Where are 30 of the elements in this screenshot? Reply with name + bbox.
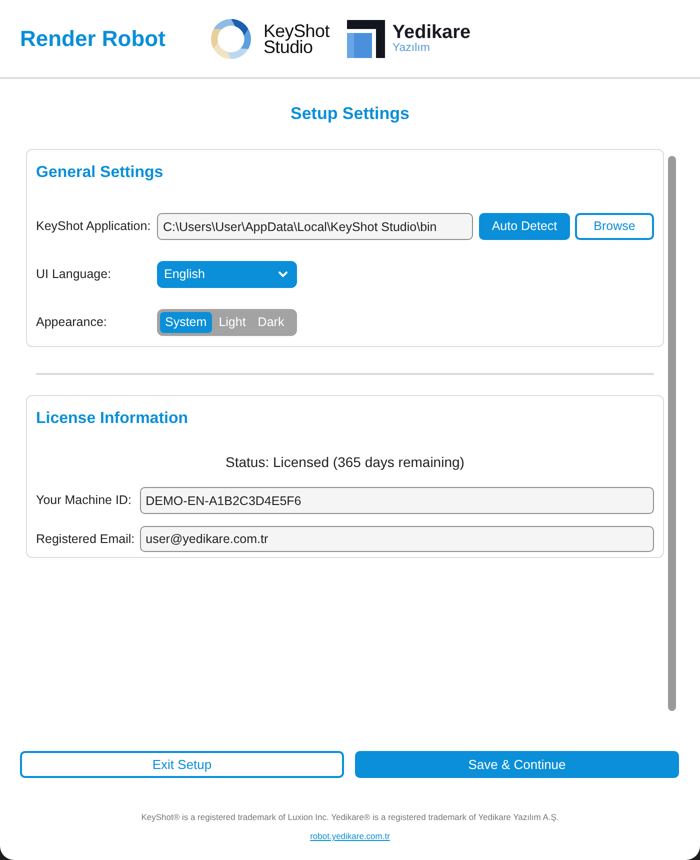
field-label: UI Language: — [36, 266, 112, 284]
license-status: Status: Licensed (365 days remaining) — [224, 453, 466, 472]
appearance-option[interactable]: Dark — [252, 312, 290, 333]
website-link[interactable]: robot.yedikare.com.tr — [310, 830, 390, 842]
app-title: Render Robot — [20, 28, 166, 50]
browse-button[interactable]: Browse — [575, 213, 654, 240]
trademark-notice: KeyShot® is a registered trademark of Luxion Inc. Yedikare® is a registered trademark of Yedikare Yazılım A.Ş. — [141, 811, 559, 823]
path-input-field[interactable]: C:\Users\User\AppData\Local\KeyShot Studio\bin — [157, 213, 473, 240]
page-title: Setup Settings — [290, 104, 410, 124]
logo-subtitle: Yazılım — [392, 42, 431, 54]
field-label: Your Machine ID: — [36, 492, 132, 510]
panel-title: License Information — [36, 409, 190, 429]
field-label: KeyShot Application: — [36, 218, 152, 236]
save-button[interactable]: Save & Continue — [355, 751, 679, 778]
language-dropdown[interactable]: English — [157, 261, 297, 288]
chevron-down-icon — [278, 271, 288, 278]
field-label: Registered Email: — [36, 530, 135, 548]
email-field[interactable]: user@yedikare.com.tr — [140, 526, 654, 552]
exit-button[interactable]: Exit Setup — [20, 751, 344, 778]
aperture-ring-logo-icon — [211, 18, 252, 58]
machine-id-field[interactable]: DEMO-EN-A1B2C3D4E5F6 — [140, 487, 654, 514]
appearance-option[interactable]: Light — [214, 312, 251, 333]
field-label: Appearance: — [36, 314, 108, 332]
logo-text: KeyShot Studio — [263, 22, 330, 54]
scrollbar-thumb[interactable] — [668, 156, 676, 711]
square-logo-icon — [347, 20, 386, 58]
auto-detect-button[interactable]: Auto Detect — [479, 213, 570, 240]
appearance-option[interactable]: System — [160, 312, 212, 333]
panel-title: General Settings — [36, 163, 164, 183]
logo-name: Yedikare — [392, 24, 471, 42]
